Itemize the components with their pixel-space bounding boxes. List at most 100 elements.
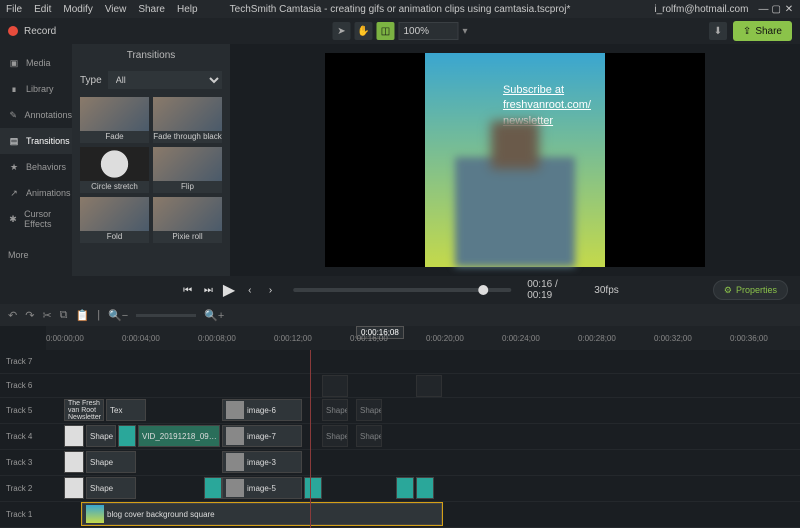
close-icon[interactable]: ✕ — [784, 4, 794, 15]
thumbnail-image — [153, 97, 222, 131]
step-forward-icon[interactable]: › — [264, 283, 277, 297]
ruler-tick: 0:00:04;00 — [122, 334, 160, 343]
clip-ghost[interactable]: Shape — [322, 425, 348, 447]
prev-frame-icon[interactable]: ⏮ — [181, 283, 194, 297]
sidebar-item-media[interactable]: ▣Media — [0, 50, 72, 76]
thumbnail-label: Fade — [80, 131, 149, 143]
canvas-zoom-input[interactable] — [398, 22, 458, 40]
timeline-ruler[interactable]: 0:00:16;08 0:00:00;00 0:00:04;00 0:00:08… — [46, 326, 800, 350]
sidebar-item-more[interactable]: More — [0, 242, 72, 268]
minimize-icon[interactable]: — — [758, 4, 768, 15]
clip-white[interactable] — [64, 451, 84, 473]
track-4: Track 4 Shape VID_20191218_09… image-7 S… — [0, 424, 800, 450]
record-button[interactable]: Record — [24, 26, 56, 37]
properties-label: Properties — [736, 285, 777, 295]
user-email[interactable]: i_rolfm@hotmail.com — [654, 4, 748, 15]
clip-teal[interactable] — [118, 425, 136, 447]
split-icon[interactable]: | — [97, 309, 100, 321]
track-5: Track 5 The Fresh van Root Newsletter Te… — [0, 398, 800, 424]
clip-blog-cover[interactable]: blog cover background square — [82, 503, 442, 525]
thumbnail-image — [80, 197, 149, 231]
menu-file[interactable]: File — [6, 4, 22, 15]
behaviors-icon: ★ — [8, 161, 20, 173]
scrub-handle[interactable] — [478, 285, 488, 295]
redo-icon[interactable]: ↷ — [25, 309, 34, 322]
clip-ghost[interactable]: Shape — [322, 399, 348, 421]
transition-circle-stretch[interactable]: Circle stretch — [80, 147, 149, 193]
cut-icon[interactable]: ✂ — [42, 309, 51, 322]
clip-white[interactable] — [64, 477, 84, 499]
properties-button[interactable]: ⚙ Properties — [713, 280, 788, 300]
clip-image7[interactable]: image-7 — [222, 425, 302, 447]
transition-fold[interactable]: Fold — [80, 197, 149, 243]
zoom-out-icon[interactable]: 🔍− — [108, 309, 128, 322]
playhead[interactable] — [310, 350, 311, 528]
clip-image3[interactable]: image-3 — [222, 451, 302, 473]
sidebar-item-behaviors[interactable]: ★Behaviors — [0, 154, 72, 180]
sidebar-label: Transitions — [26, 136, 70, 146]
menu-modify[interactable]: Modify — [63, 4, 92, 15]
ruler-tick: 0:00:12;00 — [274, 334, 312, 343]
transitions-title: Transitions — [72, 44, 230, 67]
clip-vid[interactable]: VID_20191218_09… — [138, 425, 220, 447]
playback-bar: ⏮ ⏭ ▶ ‹ › 00:16 / 00:19 30fps ⚙ Properti… — [0, 276, 800, 304]
track-label: Track 6 — [0, 381, 46, 390]
menu-share[interactable]: Share — [138, 4, 165, 15]
menu-view[interactable]: View — [105, 4, 127, 15]
clip-teal[interactable] — [304, 477, 322, 499]
undo-icon[interactable]: ↶ — [8, 309, 17, 322]
clip-tex[interactable]: Tex — [106, 399, 146, 421]
clip-shape[interactable]: Shape — [86, 477, 136, 499]
clip-ghost[interactable]: Shape — [356, 425, 382, 447]
clip-teal[interactable] — [396, 477, 414, 499]
library-icon: ∎ — [8, 83, 20, 95]
thumbnail-label: Pixie roll — [153, 231, 222, 243]
step-back-icon[interactable]: ‹ — [243, 283, 256, 297]
zoom-dropdown-icon[interactable]: ▾ — [462, 26, 467, 37]
crop-tool-icon[interactable]: ◫ — [376, 22, 394, 40]
transition-flip[interactable]: Flip — [153, 147, 222, 193]
play-icon[interactable]: ▶ — [223, 283, 236, 297]
copy-icon[interactable]: ⧉ — [60, 309, 68, 322]
transition-pixie-roll[interactable]: Pixie roll — [153, 197, 222, 243]
thumbnail-image — [153, 197, 222, 231]
clip-shape[interactable]: Shape — [86, 451, 136, 473]
zoom-in-icon[interactable]: 🔍+ — [204, 309, 224, 322]
sidebar-item-cursor-effects[interactable]: ✱Cursor Effects — [0, 206, 72, 232]
clip-image5[interactable]: image-5 — [222, 477, 302, 499]
thumbnail-image — [153, 147, 222, 181]
transitions-panel: Transitions Type All Fade Fade through b… — [72, 44, 230, 276]
download-icon[interactable]: ⬇ — [709, 22, 727, 40]
clip-fresh-newsletter[interactable]: The Fresh van Root Newsletter — [64, 399, 104, 421]
sidebar-item-transitions[interactable]: ▤Transitions — [0, 128, 72, 154]
share-label: Share — [755, 26, 782, 37]
timeline-zoom-slider[interactable] — [136, 314, 196, 317]
clip-teal[interactable] — [416, 477, 434, 499]
type-select[interactable]: All — [108, 71, 222, 89]
sidebar-item-annotations[interactable]: ✎Annotations — [0, 102, 72, 128]
clip-ghost[interactable] — [416, 375, 442, 397]
menu-help[interactable]: Help — [177, 4, 198, 15]
sidebar-item-animations[interactable]: ↗Animations — [0, 180, 72, 206]
clip-shape[interactable]: Shape — [86, 425, 116, 447]
preview-canvas[interactable]: Subscribe at freshvanroot.com/ newslette… — [325, 53, 705, 267]
scrub-bar[interactable] — [293, 288, 511, 292]
maximize-icon[interactable]: ▢ — [771, 4, 781, 15]
hand-tool-icon[interactable]: ✋ — [354, 22, 372, 40]
transition-fade-through-black[interactable]: Fade through black — [153, 97, 222, 143]
sidebar-item-library[interactable]: ∎Library — [0, 76, 72, 102]
record-dot-icon — [8, 26, 18, 36]
clip-ghost[interactable] — [322, 375, 348, 397]
paste-icon[interactable]: 📋 — [76, 309, 90, 322]
clip-ghost[interactable]: Shape — [356, 399, 382, 421]
clip-teal[interactable] — [204, 477, 222, 499]
ruler-tick: 0:00:28;00 — [578, 334, 616, 343]
clip-white[interactable] — [64, 425, 84, 447]
pointer-tool-icon[interactable]: ➤ — [332, 22, 350, 40]
menu-edit[interactable]: Edit — [34, 4, 51, 15]
clip-image6[interactable]: image-6 — [222, 399, 302, 421]
transition-fade[interactable]: Fade — [80, 97, 149, 143]
clip-thumb — [86, 505, 104, 523]
share-button[interactable]: ⇪ Share — [733, 21, 792, 41]
next-frame-icon[interactable]: ⏭ — [202, 283, 215, 297]
